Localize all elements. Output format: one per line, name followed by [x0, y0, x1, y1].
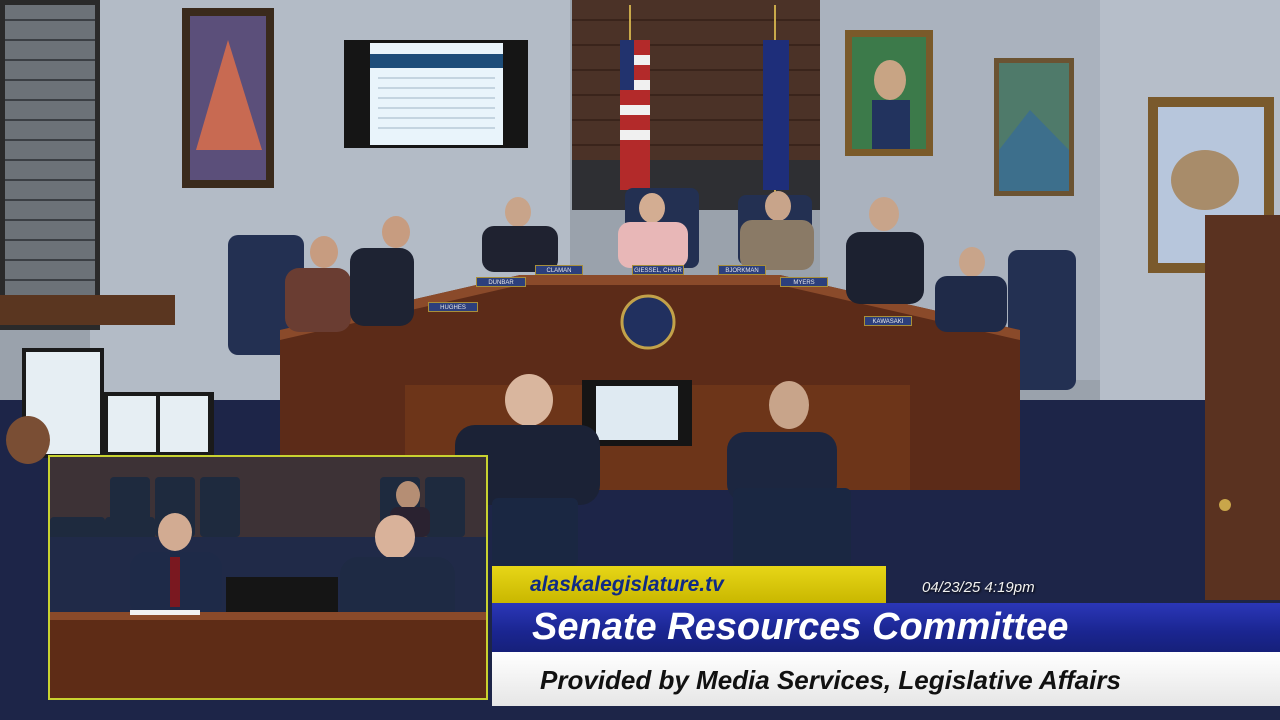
door [1205, 215, 1280, 600]
website-banner: alaskalegislature.tv [492, 566, 886, 603]
credit-text: Provided by Media Services, Legislative … [540, 665, 1121, 695]
nameplate-hughes: HUGHES [428, 302, 478, 312]
nameplate-dunbar: DUNBAR [476, 277, 526, 287]
mountain-painting [182, 8, 274, 188]
nameplate-myers: MYERS [780, 277, 828, 287]
portrait-painting [845, 30, 933, 156]
nameplate-kawasaki: KAWASAKI [864, 316, 912, 326]
nameplate-bjorkman: BJORKMAN [718, 265, 766, 275]
committee-title-bar: Senate Resources Committee [492, 603, 1280, 652]
pip-scene [50, 457, 486, 698]
wall-monitor [344, 40, 528, 148]
website-url: alaskalegislature.tv [530, 573, 724, 596]
credit-bar: Provided by Media Services, Legislative … [492, 652, 1280, 706]
committee-title: Senate Resources Committee [532, 606, 1069, 648]
landscape-painting [994, 58, 1074, 196]
video-frame: DUNBAR CLAMAN GIESSEL, CHAIR BJORKMAN MY… [0, 0, 1280, 720]
nameplate-chair: GIESSEL, CHAIR [632, 265, 684, 275]
broadcast-timestamp: 04/23/25 4:19pm [922, 579, 1035, 596]
nameplate-claman: CLAMAN [535, 265, 583, 275]
alaska-seal [620, 294, 676, 350]
pip-inset-video [48, 455, 488, 700]
